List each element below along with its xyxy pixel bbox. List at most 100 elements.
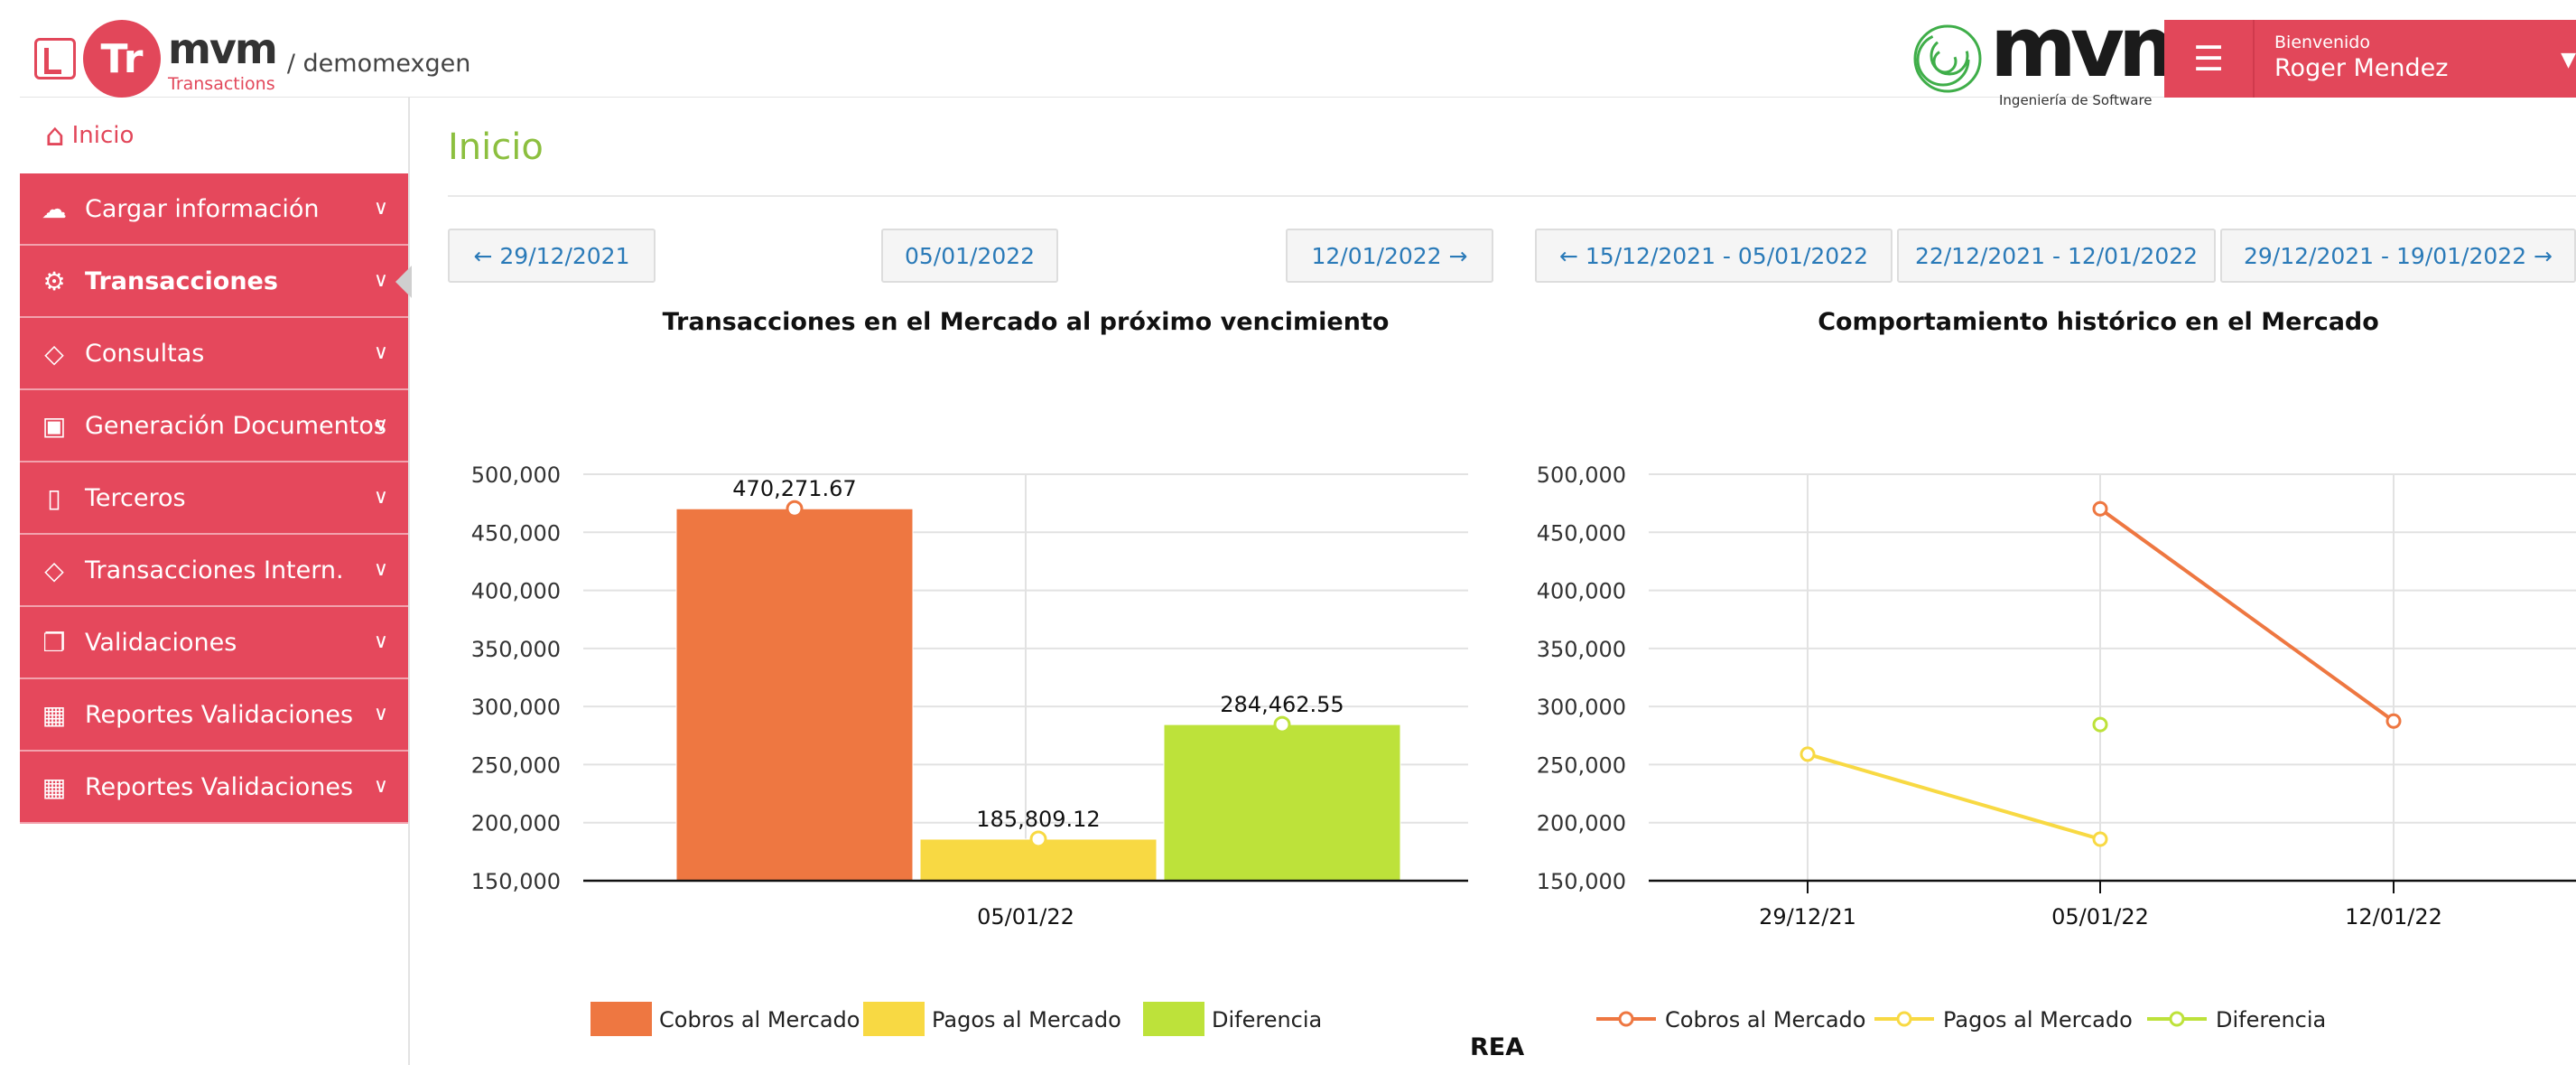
file-icon: ▯ bbox=[47, 482, 61, 513]
chevron-down-icon: ∨ bbox=[373, 775, 388, 798]
sidebar-item-transacciones-intern[interactable]: ◇ Transacciones Intern. ∨ bbox=[20, 535, 408, 607]
legend-marker bbox=[1618, 1011, 1634, 1027]
excel-file-icon: ▣ bbox=[42, 410, 67, 441]
legend-item: Cobros al Mercado bbox=[1665, 1007, 1865, 1032]
brand-swirl-icon bbox=[1913, 24, 1982, 93]
y-tick-label: 350,000 bbox=[1537, 637, 1626, 662]
sidebar-item-cargar-informacion[interactable]: ☁ Cargar información ∨ bbox=[20, 173, 408, 246]
logo-mark-icon bbox=[34, 38, 76, 79]
data-label: 470,271.67 bbox=[732, 476, 856, 501]
diamond-icon: ◇ bbox=[44, 338, 64, 369]
logo-initials: Tr bbox=[83, 20, 161, 98]
user-menu[interactable]: Bienvenido Roger Mendez ▼ bbox=[2255, 20, 2576, 98]
legend-item: Diferencia bbox=[2216, 1007, 2326, 1032]
y-tick-label: 300,000 bbox=[1537, 695, 1626, 720]
sidebar-item-label: Transacciones Intern. bbox=[85, 556, 344, 584]
line-chart: Comportamiento histórico en el Mercado 15… bbox=[1537, 308, 2576, 1032]
chevron-down-icon: ∨ bbox=[373, 558, 388, 581]
data-label: 284,462.55 bbox=[1220, 692, 1344, 717]
y-tick-label: 450,000 bbox=[1537, 520, 1626, 546]
menu-toggle-button[interactable]: ☰ bbox=[2164, 20, 2255, 98]
series-line-0 bbox=[2098, 507, 2395, 723]
caret-down-icon: ▼ bbox=[2561, 49, 2576, 71]
y-tick-label: 150,000 bbox=[471, 869, 561, 894]
tenant-name: / demomexgen bbox=[286, 49, 471, 78]
sidebar-item-terceros[interactable]: ▯ Terceros ∨ bbox=[20, 462, 408, 535]
hamburger-icon: ☰ bbox=[2192, 39, 2225, 79]
diamond-icon: ◇ bbox=[44, 555, 64, 585]
table-icon: ▦ bbox=[42, 699, 67, 730]
y-tick-label: 450,000 bbox=[471, 520, 561, 546]
welcome-label: Bienvenido bbox=[2274, 33, 2370, 52]
legend-marker bbox=[2169, 1011, 2185, 1027]
sidebar-item-inicio[interactable]: ⌂ Inicio bbox=[20, 98, 408, 173]
legend-swatch bbox=[591, 1002, 652, 1036]
data-label: 185,809.12 bbox=[976, 807, 1100, 832]
y-tick-label: 500,000 bbox=[1537, 462, 1626, 488]
current-week-button[interactable]: 05/01/2022 bbox=[881, 229, 1058, 283]
y-tick-label: 400,000 bbox=[471, 579, 561, 604]
table-icon: ▦ bbox=[42, 771, 67, 802]
brand-logo: mvm Ingeniería de Software bbox=[1907, 0, 2205, 108]
sidebar-item-transacciones[interactable]: ⚙ Transacciones ∨ bbox=[20, 246, 412, 318]
sidebar-item-label: Validaciones bbox=[85, 628, 237, 657]
sidebar-item-generacion-documentos[interactable]: ▣ Generación Documentos ∨ bbox=[20, 390, 408, 462]
data-point bbox=[1273, 715, 1291, 733]
x-tick-label: 29/12/21 bbox=[1759, 904, 1856, 930]
top-bar: Tr mvm Transactions / demomexgen mvm Ing… bbox=[20, 0, 2576, 108]
documents-icon: ❐ bbox=[42, 627, 66, 658]
data-point bbox=[2092, 500, 2108, 517]
sidebar-item-label: Inicio bbox=[71, 122, 135, 149]
sidebar-item-label: Generación Documentos bbox=[85, 411, 386, 440]
y-tick-label: 200,000 bbox=[471, 811, 561, 836]
next-week-button[interactable]: 12/01/2022 → bbox=[1286, 229, 1493, 283]
prev-week-button[interactable]: ← 29/12/2021 bbox=[448, 229, 656, 283]
prev-range-button[interactable]: ← 15/12/2021 - 05/01/2022 bbox=[1535, 229, 1892, 283]
sidebar-item-reportes-validaciones-2[interactable]: ▦ Reportes Validaciones ∨ bbox=[20, 752, 408, 824]
chevron-down-icon: ∨ bbox=[373, 197, 388, 220]
cloud-upload-icon: ☁ bbox=[42, 193, 67, 224]
main-content: Inicio ← 29/12/2021 05/01/2022 12/01/202… bbox=[412, 98, 2576, 1065]
section-label: REA bbox=[1470, 1033, 1525, 1061]
x-tick-label: 05/01/22 bbox=[2051, 904, 2149, 930]
sidebar-item-label: Consultas bbox=[85, 339, 205, 368]
data-point bbox=[1799, 746, 1816, 762]
y-tick-label: 350,000 bbox=[471, 637, 561, 662]
y-tick-label: 250,000 bbox=[471, 752, 561, 778]
y-tick-label: 150,000 bbox=[1537, 869, 1626, 894]
chart-title: Transacciones en el Mercado al próximo v… bbox=[663, 308, 1390, 336]
sidebar-item-reportes-validaciones[interactable]: ▦ Reportes Validaciones ∨ bbox=[20, 679, 408, 752]
logo-name: mvm bbox=[168, 23, 278, 73]
current-range-button[interactable]: 22/12/2021 - 12/01/2022 bbox=[1897, 229, 2216, 283]
y-tick-label: 250,000 bbox=[1537, 752, 1626, 778]
chevron-down-icon: ∨ bbox=[373, 486, 388, 509]
sidebar-item-label: Cargar información bbox=[85, 194, 320, 223]
legend-item: Pagos al Mercado bbox=[932, 1007, 1121, 1032]
legend-item: Diferencia bbox=[1212, 1007, 1322, 1032]
app-logo[interactable]: Tr mvm Transactions / demomexgen bbox=[34, 20, 470, 98]
chart-title: Comportamiento histórico en el Mercado bbox=[1818, 308, 2379, 336]
chevron-down-icon: ∨ bbox=[373, 269, 388, 292]
y-tick-label: 400,000 bbox=[1537, 579, 1626, 604]
gears-icon: ⚙ bbox=[42, 266, 66, 296]
data-point bbox=[2092, 831, 2108, 847]
x-tick-label: 05/01/22 bbox=[977, 904, 1074, 930]
sidebar-item-validaciones[interactable]: ❐ Validaciones ∨ bbox=[20, 607, 408, 679]
legend-swatch bbox=[863, 1002, 925, 1036]
legend-item: Cobros al Mercado bbox=[659, 1007, 860, 1032]
chevron-down-icon: ∨ bbox=[373, 631, 388, 653]
y-tick-label: 500,000 bbox=[471, 462, 561, 488]
bar-2 bbox=[1163, 724, 1401, 882]
legend-marker bbox=[1896, 1011, 1912, 1027]
sidebar-item-consultas[interactable]: ◇ Consultas ∨ bbox=[20, 318, 408, 390]
series-line-1 bbox=[1807, 752, 2101, 841]
page-title: Inicio bbox=[448, 126, 544, 168]
sidebar-item-label: Terceros bbox=[85, 483, 186, 512]
next-range-button[interactable]: 29/12/2021 - 19/01/2022 → bbox=[2220, 229, 2576, 283]
data-point bbox=[786, 500, 804, 518]
chevron-down-icon: ∨ bbox=[373, 703, 388, 725]
legend-item: Pagos al Mercado bbox=[1943, 1007, 2133, 1032]
sidebar-item-label: Reportes Validaciones bbox=[85, 700, 354, 729]
user-name: Roger Mendez bbox=[2274, 54, 2449, 82]
y-tick-label: 300,000 bbox=[471, 695, 561, 720]
